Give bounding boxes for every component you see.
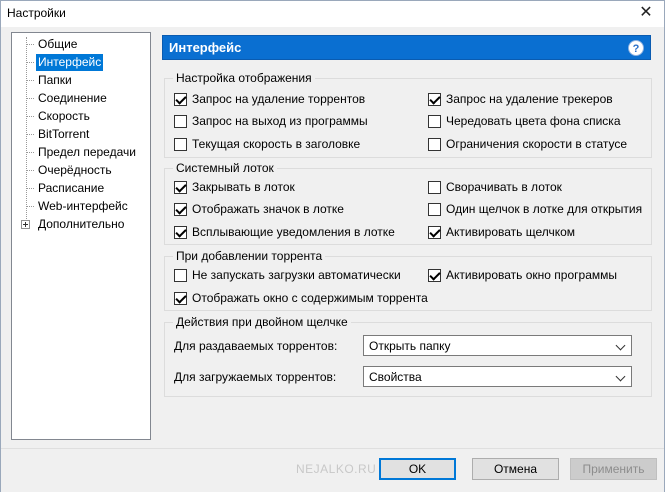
- tree-item-general[interactable]: Общие: [12, 36, 148, 53]
- cancel-button[interactable]: Отмена: [472, 458, 559, 480]
- apply-button[interactable]: Применить: [570, 458, 657, 480]
- downloading-action-select[interactable]: Свойства: [363, 366, 632, 387]
- settings-window: Настройки ✕ Общие Интерфейс Папки Соедин…: [0, 0, 665, 492]
- chevron-down-icon: [615, 371, 626, 382]
- close-icon[interactable]: ✕: [636, 4, 656, 22]
- tree-item-folders[interactable]: Папки: [12, 72, 148, 89]
- downloading-action-label: Для загружаемых торрентов:: [174, 370, 337, 384]
- double-click-title: Действия при двойном щелчке: [173, 315, 351, 329]
- tree-item-queueing[interactable]: Очерёдность: [12, 162, 148, 179]
- downloading-action-value: Свойства: [369, 370, 422, 384]
- ok-button[interactable]: OK: [379, 458, 456, 480]
- tree-item-bittorrent[interactable]: BitTorrent: [12, 126, 148, 143]
- tree-item-speed[interactable]: Скорость: [12, 108, 148, 125]
- expand-plus-icon[interactable]: [21, 220, 30, 229]
- tree-item-interface[interactable]: Интерфейс: [12, 54, 148, 71]
- watermark: NEJALKO.RU: [296, 462, 377, 476]
- window-title: Настройки: [7, 6, 66, 20]
- tree-item-web-ui[interactable]: Web-интерфейс: [12, 198, 148, 215]
- settings-tree: Общие Интерфейс Папки Соединение Скорост…: [11, 32, 151, 440]
- tree-item-scheduler[interactable]: Расписание: [12, 180, 148, 197]
- page-header: Интерфейс ?: [162, 35, 651, 60]
- title-bar: Настройки ✕: [1, 1, 664, 27]
- tree-item-transfer-cap[interactable]: Предел передачи: [12, 144, 148, 161]
- seeding-action-value: Открыть папку: [369, 339, 451, 353]
- help-icon[interactable]: ?: [628, 40, 644, 56]
- system-tray-title: Системный лоток: [173, 161, 277, 175]
- dialog-footer: NEJALKO.RU OK Отмена Применить: [1, 448, 664, 492]
- tree-item-connection[interactable]: Соединение: [12, 90, 148, 107]
- add-torrent-title: При добавлении торрента: [173, 249, 326, 263]
- display-settings-title: Настройка отображения: [173, 71, 315, 85]
- seeding-action-label: Для раздаваемых торрентов:: [174, 339, 338, 353]
- page-title: Интерфейс: [169, 40, 242, 55]
- chevron-down-icon: [615, 340, 626, 351]
- tree-item-advanced[interactable]: Дополнительно: [12, 216, 148, 233]
- seeding-action-select[interactable]: Открыть папку: [363, 335, 632, 356]
